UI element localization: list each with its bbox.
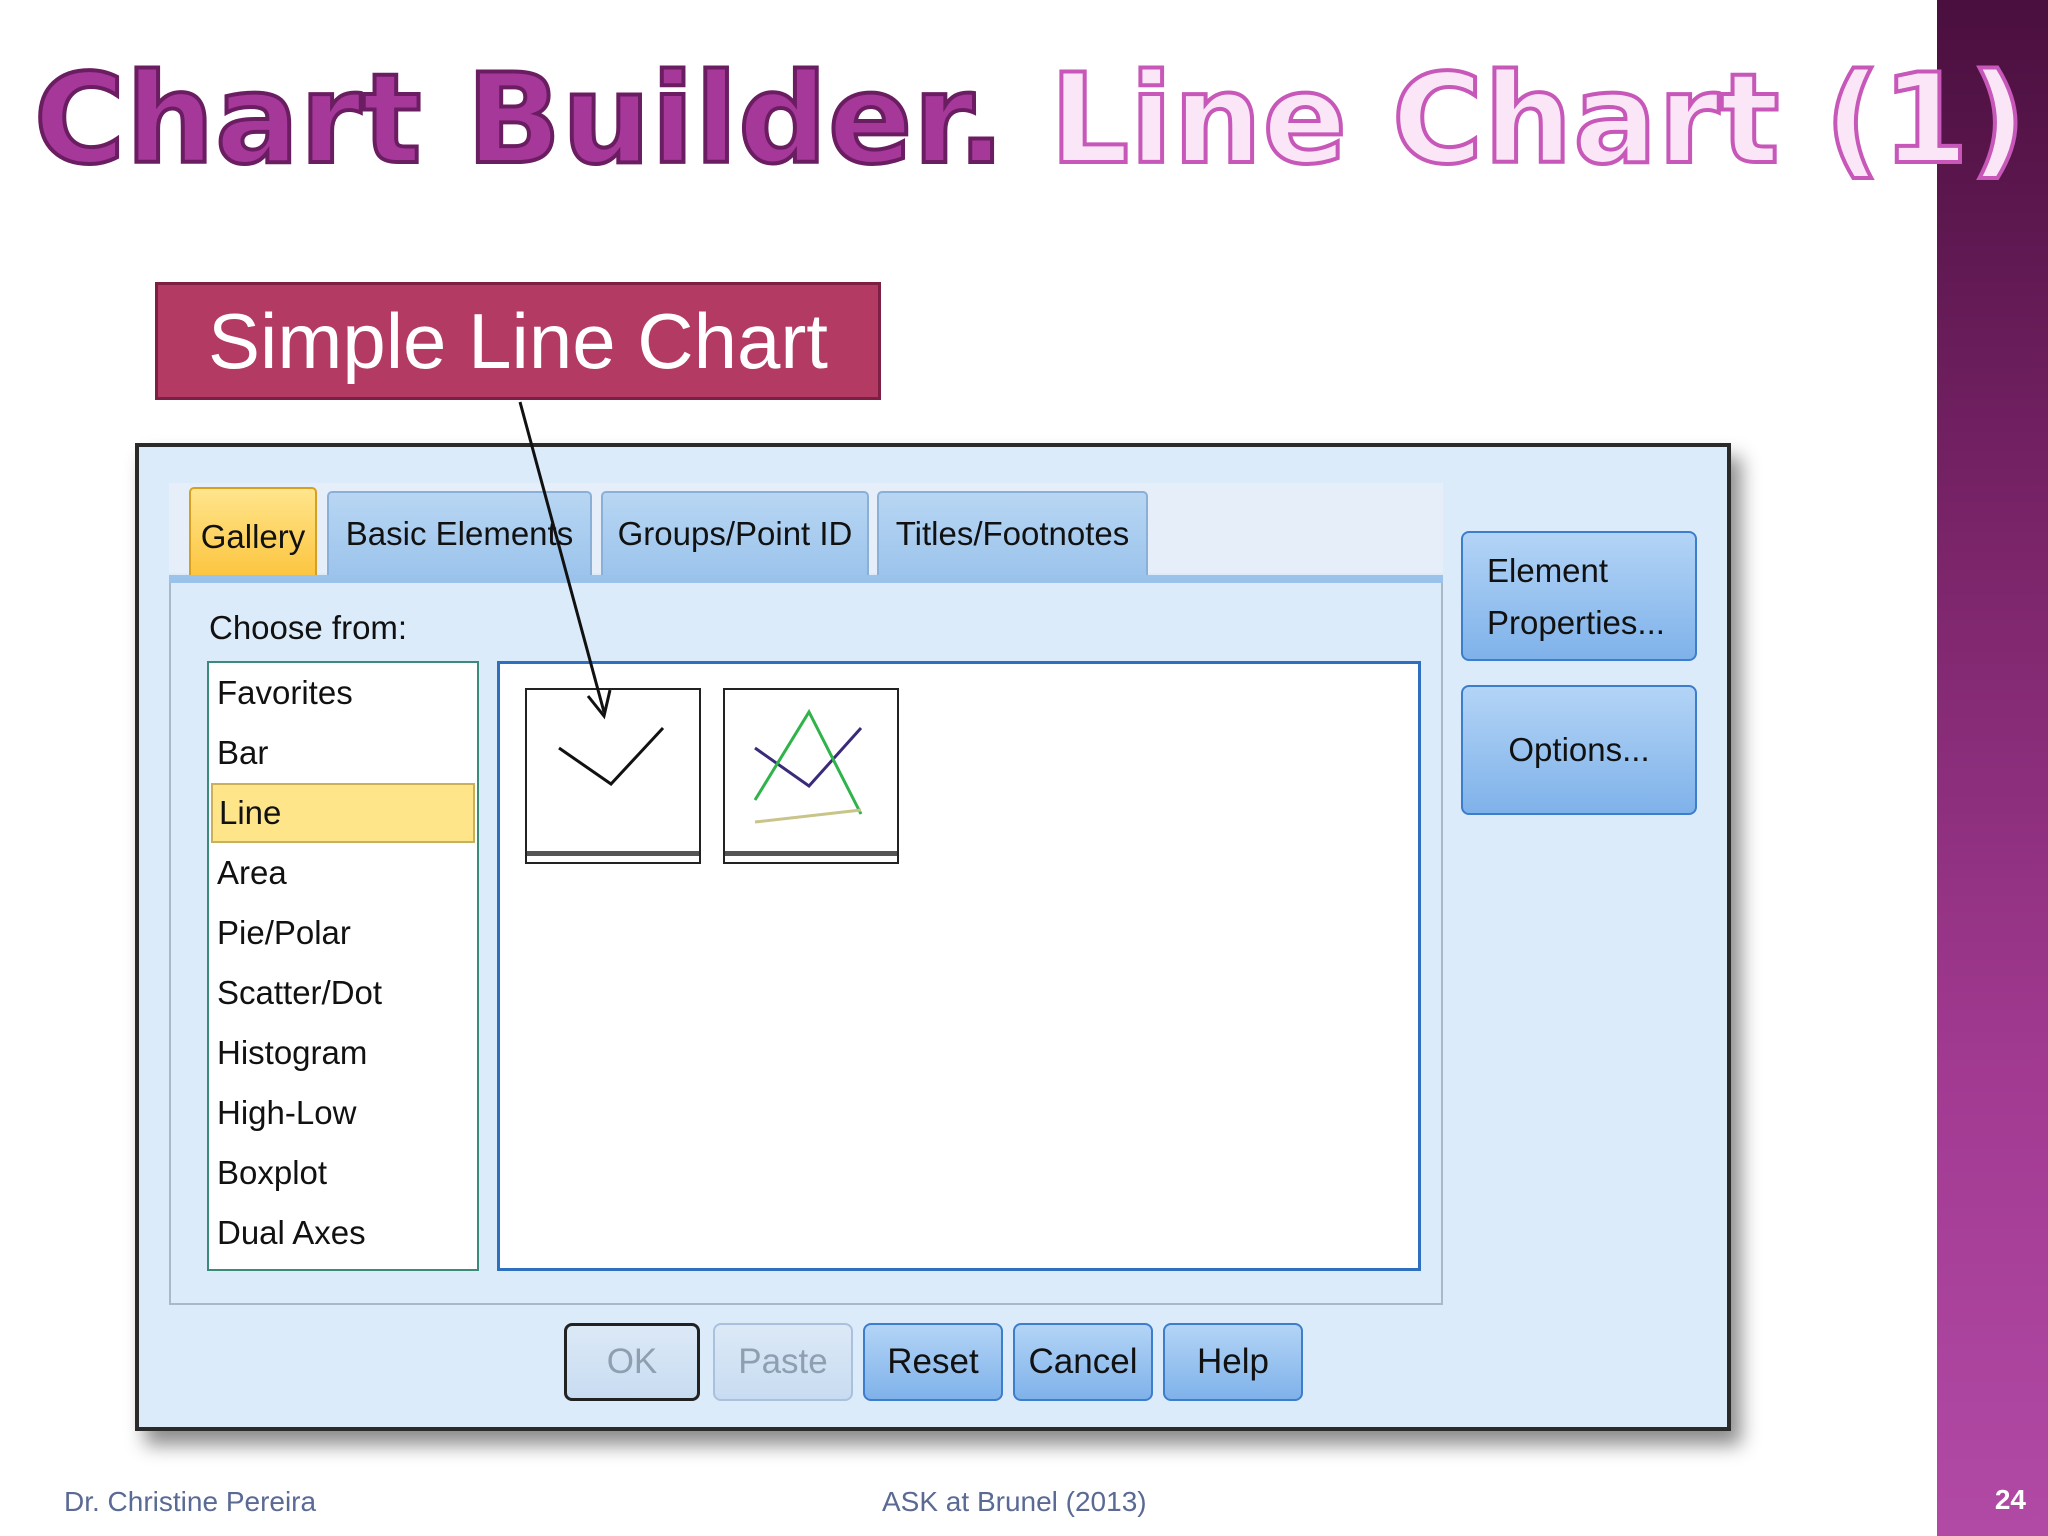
reset-button[interactable]: Reset [863,1323,1003,1401]
list-item-high-low[interactable]: High-Low [211,1083,475,1143]
page-number: 24 [1994,1484,2026,1515]
chart-builder-dialog: Gallery Basic Elements Groups/Point ID T… [135,443,1731,1431]
slide-title-main: Chart Builder. [32,48,1007,192]
help-button[interactable]: Help [1163,1323,1303,1401]
list-item-histogram[interactable]: Histogram [211,1023,475,1083]
chart-type-list: Favorites Bar Line Area Pie/Polar Scatte… [207,661,479,1271]
tab-basic-elements[interactable]: Basic Elements [327,491,592,575]
paste-button[interactable]: Paste [713,1323,853,1401]
side-decoration-strip: 24 [1937,0,2048,1536]
list-item-bar[interactable]: Bar [211,723,475,783]
footer-event: ASK at Brunel (2013) [882,1486,1147,1517]
options-label: Options... [1508,731,1650,768]
element-properties-label-1: Element [1487,552,1609,589]
element-properties-label-2: Properties... [1487,604,1665,641]
multiple-line-thumbnail[interactable] [723,688,899,864]
list-item-dual-axes[interactable]: Dual Axes [211,1203,475,1263]
tab-titles-footnotes[interactable]: Titles/Footnotes [877,491,1148,575]
slide-title-sub: Line Chart (1) [1048,48,2028,192]
options-button[interactable]: Options... [1461,685,1697,815]
tab-groups-point-id[interactable]: Groups/Point ID [601,491,869,575]
callout-box: Simple Line Chart [155,282,881,400]
choose-from-label: Choose from: [209,609,408,646]
list-item-boxplot[interactable]: Boxplot [211,1143,475,1203]
ok-button[interactable]: OK [564,1323,700,1401]
simple-line-thumbnail[interactable] [525,688,701,864]
gallery-panel: Choose from: Favorites Bar Line Area Pie… [169,583,1443,1305]
list-item-scatter-dot[interactable]: Scatter/Dot [211,963,475,1023]
list-item-line[interactable]: Line [211,783,475,843]
tab-gallery[interactable]: Gallery [189,487,317,585]
simple-line-icon [558,726,665,786]
cancel-button[interactable]: Cancel [1013,1323,1153,1401]
list-item-pie-polar[interactable]: Pie/Polar [211,903,475,963]
footer-author: Dr. Christine Pereira [64,1486,317,1517]
multiple-line-icon [753,708,863,824]
list-item-favorites[interactable]: Favorites [211,663,475,723]
element-properties-button[interactable]: Element Properties... [1461,531,1697,661]
list-item-area[interactable]: Area [211,843,475,903]
tab-underline [169,575,1443,583]
gallery-thumbnails-area [497,661,1421,1271]
slide-title: Chart Builder. Line Chart (1) [32,50,2028,190]
